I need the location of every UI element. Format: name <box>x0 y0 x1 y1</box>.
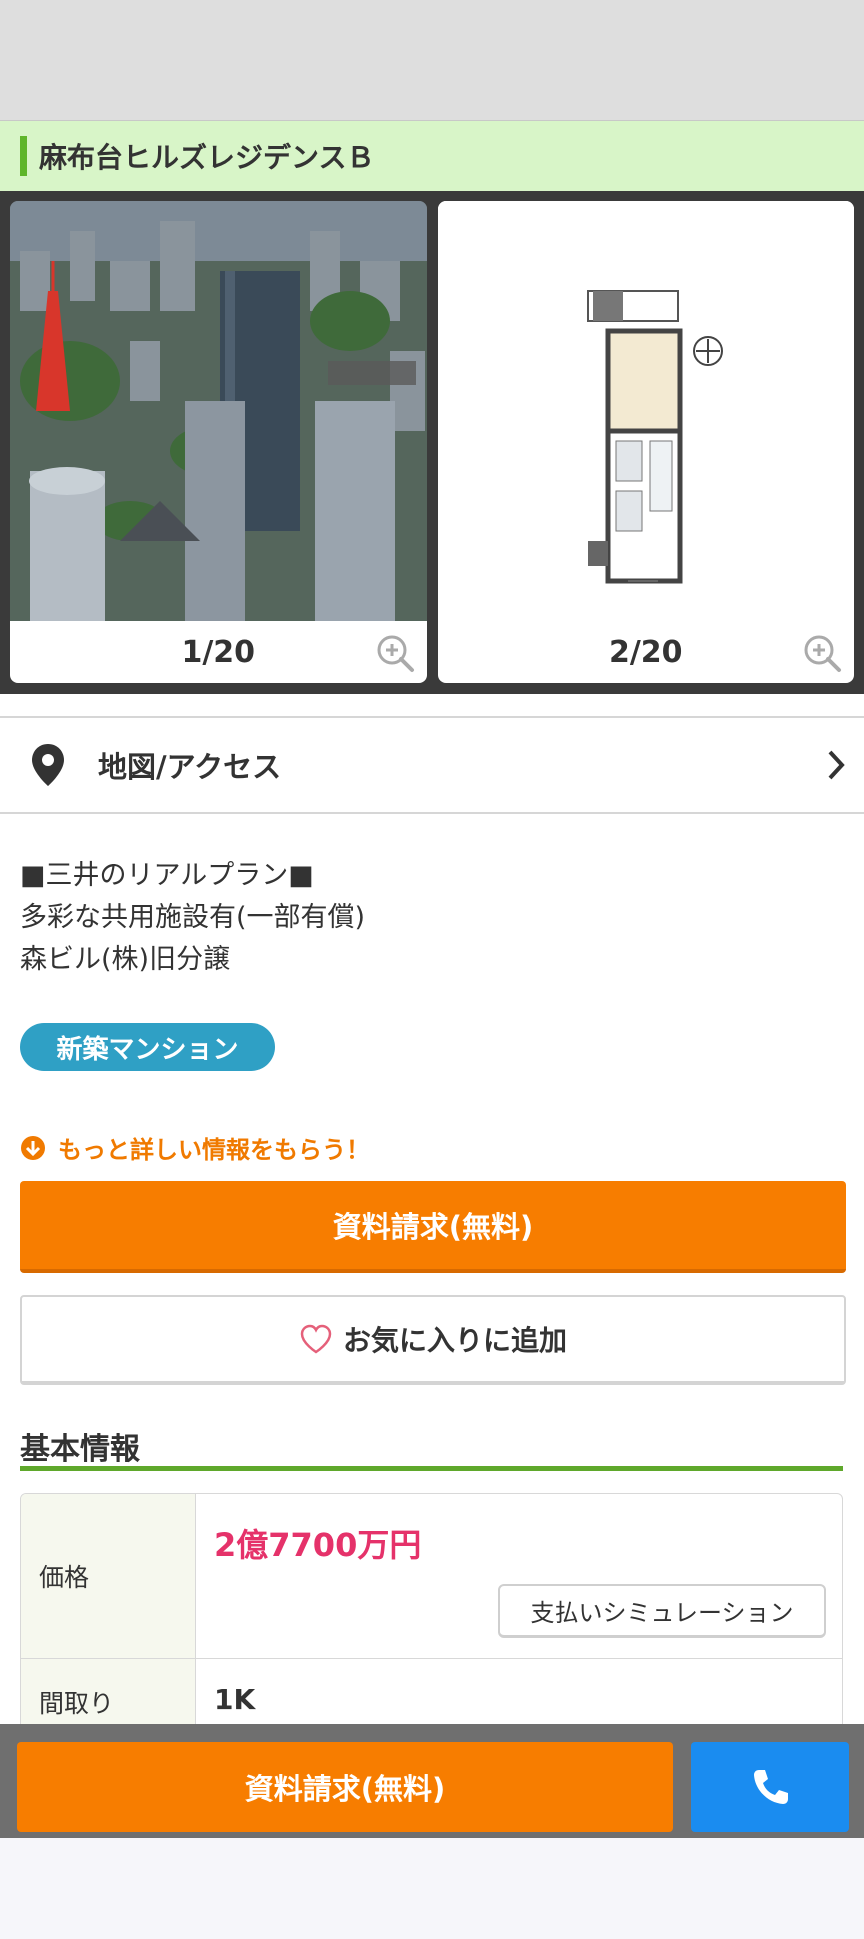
call-button[interactable] <box>691 1742 849 1832</box>
floor-plan[interactable] <box>437 201 854 621</box>
add-favorite-button[interactable]: お気に入りに追加 <box>20 1295 846 1385</box>
gallery-counter-2: 2/20 <box>438 621 855 683</box>
image-counter: 1/20 <box>181 634 256 670</box>
layout-value: 1K <box>214 1683 256 1716</box>
status-area <box>0 0 864 121</box>
map-pin-icon <box>32 744 64 786</box>
zoom-in-icon[interactable] <box>375 633 415 673</box>
access-label: 地図/アクセス <box>98 750 282 784</box>
gallery-counter-1: 1/20 <box>10 621 427 683</box>
description-line: 森ビル(株)旧分譲 <box>20 944 231 975</box>
map-access-link[interactable]: 地図/アクセス <box>0 716 864 814</box>
property-title: 麻布台ヒルズレジデンスＢ <box>39 141 375 174</box>
title-accent <box>20 136 27 176</box>
new-condo-badge: 新築マンション <box>20 1023 275 1071</box>
add-favorite-label: お気に入りに追加 <box>342 1324 567 1357</box>
phone-icon <box>754 1770 788 1804</box>
bottom-safe-area <box>0 1838 864 1939</box>
payment-simulation-button[interactable]: 支払いシミュレーション <box>498 1584 826 1638</box>
zoom-in-icon[interactable] <box>802 633 842 673</box>
property-description: ■三井のリアルプラン■ 多彩な共用施設有(一部有償) 森ビル(株)旧分譲 <box>20 855 365 981</box>
bottom-request-button[interactable]: 資料請求(無料) <box>17 1742 673 1832</box>
price-label: 価格 <box>21 1494 196 1658</box>
floor-plan-image <box>586 290 723 584</box>
price-cell: 2億7700万円 支払いシミュレーション <box>196 1494 842 1658</box>
chevron-right-icon <box>828 750 845 780</box>
price-value: 2億7700万円 <box>214 1526 422 1564</box>
description-line: ■三井のリアルプラン■ <box>20 860 314 891</box>
property-title-bar: 麻布台ヒルズレジデンスＢ <box>0 121 864 191</box>
more-info-text: もっと詳しい情報をもらう！ <box>58 1136 370 1164</box>
gallery-card-1[interactable]: 1/20 <box>10 201 427 683</box>
basic-info-table: 価格 2億7700万円 支払いシミュレーション 間取り 1K <box>20 1493 843 1746</box>
aerial-photo-image <box>10 201 427 621</box>
description-line: 多彩な共用施設有(一部有償) <box>20 902 366 933</box>
photo-gallery: 1/20 2/20 <box>0 191 864 694</box>
aerial-photo[interactable] <box>10 201 427 621</box>
arrow-down-circle-icon <box>21 1135 45 1160</box>
heart-icon <box>300 1324 332 1354</box>
gallery-card-2[interactable]: 2/20 <box>437 201 855 683</box>
section-divider <box>20 1466 843 1471</box>
more-info-prompt: もっと詳しい情報をもらう！ <box>20 1130 370 1165</box>
table-row: 価格 2億7700万円 支払いシミュレーション <box>21 1494 842 1659</box>
image-counter: 2/20 <box>608 634 683 670</box>
request-brochure-button[interactable]: 資料請求(無料) <box>20 1181 846 1273</box>
basic-info-title: 基本情報 <box>20 1432 140 1467</box>
